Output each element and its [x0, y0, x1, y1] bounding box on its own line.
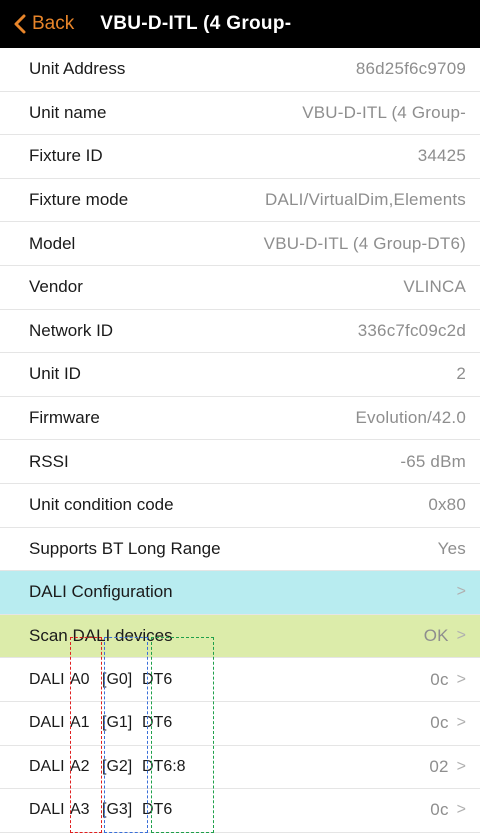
info-row: Supports BT Long Range Yes: [0, 528, 480, 572]
info-row: Fixture mode DALI/VirtualDim,Elements: [0, 179, 480, 223]
info-value: 86d25f6c9709: [355, 59, 466, 79]
info-row: Network ID 336c7fc09c2d: [0, 310, 480, 354]
info-label: Vendor: [29, 277, 83, 297]
dali-prefix: DALI: [29, 801, 65, 819]
info-value: DALI/VirtualDim,Elements: [265, 190, 466, 210]
info-label: Network ID: [29, 320, 114, 340]
info-value: -65 dBm: [400, 451, 466, 471]
chevron-right-icon: >: [456, 627, 466, 645]
chevron-right-icon: >: [456, 670, 466, 688]
info-label: Unit ID: [29, 364, 81, 384]
dali-prefix: DALI: [29, 670, 65, 688]
dali-group: [G0]: [102, 670, 133, 688]
dali-device-value: 0c: [430, 800, 449, 820]
dali-type: DT6:8: [142, 757, 186, 775]
dali-device-label: DALI A0 [G0] DT6: [29, 671, 172, 689]
unit-info-list: Unit Address 86d25f6c9709 Unit name VBU-D-I…: [0, 48, 480, 572]
dali-device-label: DALI A1 [G1] DT6: [29, 714, 172, 732]
info-row: Model VBU-D-ITL (4 Group-DT6): [0, 222, 480, 266]
info-row: Vendor VLINCA: [0, 266, 480, 310]
chevron-right-icon: >: [456, 801, 466, 819]
info-row: Unit name VBU-D-ITL (4 Group-: [0, 92, 480, 136]
back-label: Back: [32, 13, 75, 34]
dali-device-value: 02: [429, 756, 449, 776]
dali-device-list: DALI A0 [G0] DT6 0c > DALI A1 [G1] DT6 0c > DALI A2 [G…: [0, 658, 480, 837]
back-button[interactable]: Back: [14, 13, 74, 35]
info-label: RSSI: [29, 451, 69, 471]
info-row: RSSI -65 dBm: [0, 440, 480, 484]
info-label: Supports BT Long Range: [29, 538, 221, 558]
dali-configuration-row[interactable]: DALI Configuration >: [0, 571, 480, 615]
chevron-right-icon: >: [456, 583, 466, 601]
info-value: Evolution/42.0: [355, 408, 466, 428]
dali-address: A1: [70, 714, 90, 732]
info-value: 0x80: [428, 495, 466, 515]
dali-type: DT6: [142, 670, 173, 688]
dali-device-row[interactable]: DALI A1 [G1] DT6 0c >: [0, 702, 480, 746]
info-row: Unit Address 86d25f6c9709: [0, 48, 480, 92]
dali-address: A0: [70, 670, 90, 688]
chevron-left-icon: [14, 14, 26, 34]
info-value: VLINCA: [403, 277, 466, 297]
unit-details-screen: Back VBU-D-ITL (4 Group- Unit Address 86d…: [0, 0, 480, 837]
dali-device-value: 0c: [430, 713, 449, 733]
info-row: Fixture ID 34425: [0, 135, 480, 179]
dali-device-label: DALI A3 [G3] DT6: [29, 801, 172, 819]
dali-device-row[interactable]: DALIA4[G0]DT60c>: [0, 833, 480, 837]
info-label: Firmware: [29, 408, 100, 428]
dali-address: A3: [70, 801, 90, 819]
info-label: Unit condition code: [29, 495, 174, 515]
dali-device-value: 0c: [430, 669, 449, 689]
info-label: Unit name: [29, 102, 107, 122]
info-row: Firmware Evolution/42.0: [0, 397, 480, 441]
info-value: VBU-D-ITL (4 Group-DT6): [263, 233, 466, 253]
info-row: Unit ID 2: [0, 353, 480, 397]
dali-device-row[interactable]: DALI A0 [G0] DT6 0c >: [0, 658, 480, 702]
info-label: Fixture mode: [29, 190, 129, 210]
scan-dali-devices-row[interactable]: Scan DALI devices OK >: [0, 614, 480, 659]
navigation-bar: Back VBU-D-ITL (4 Group-: [0, 0, 480, 48]
dali-address: A2: [70, 757, 90, 775]
info-label: Model: [29, 233, 76, 253]
info-value: Yes: [437, 538, 466, 558]
scan-dali-status: OK: [423, 626, 449, 646]
chevron-right-icon: >: [456, 757, 466, 775]
dali-group: [G2]: [102, 757, 133, 775]
chevron-right-icon: >: [456, 714, 466, 732]
dali-type: DT6: [142, 714, 173, 732]
dali-device-label: DALI A2 [G2] DT6:8: [29, 758, 186, 776]
dali-type: DT6: [142, 801, 173, 819]
dali-device-row[interactable]: DALI A2 [G2] DT6:8 02 >: [0, 746, 480, 790]
dali-device-row[interactable]: DALI A3 [G3] DT6 0c >: [0, 789, 480, 833]
dali-prefix: DALI: [29, 757, 65, 775]
dali-prefix: DALI: [29, 714, 65, 732]
info-value: 34425: [417, 146, 466, 166]
info-value: 2: [456, 364, 466, 384]
info-value: 336c7fc09c2d: [357, 320, 466, 340]
info-label: Unit Address: [29, 59, 126, 79]
info-row: Unit condition code 0x80: [0, 484, 480, 528]
dali-configuration-label: DALI Configuration: [29, 582, 173, 602]
info-label: Fixture ID: [29, 146, 103, 166]
page-title: VBU-D-ITL (4 Group-: [100, 13, 292, 34]
dali-group: [G1]: [102, 714, 133, 732]
scan-dali-devices-label: Scan DALI devices: [29, 626, 173, 646]
dali-group: [G3]: [102, 801, 133, 819]
info-value: VBU-D-ITL (4 Group-: [302, 102, 466, 122]
